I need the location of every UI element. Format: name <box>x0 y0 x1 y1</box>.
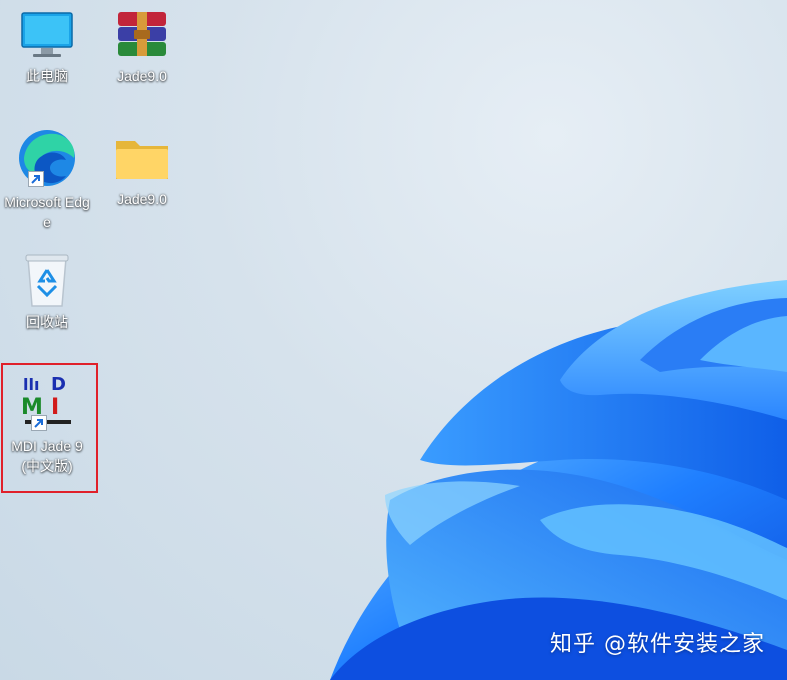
microsoft-edge-icon <box>19 130 75 186</box>
icon-label: Microsoft Edge <box>4 194 90 230</box>
icon-label: Jade9.0 <box>117 68 167 84</box>
desktop[interactable]: 此电脑 Jade9.0 Microsoft Edge Jade9.0 回收站 l… <box>0 0 787 680</box>
desktop-icon-recycle-bin[interactable]: 回收站 <box>2 252 92 332</box>
desktop-icon-this-pc[interactable]: 此电脑 <box>2 10 92 86</box>
shortcut-arrow-icon <box>28 171 44 187</box>
icon-label: Jade9.0 <box>117 191 167 207</box>
desktop-icon-jade-folder[interactable]: Jade9.0 <box>97 133 187 209</box>
folder-icon <box>116 141 168 179</box>
watermark: 知乎 @软件安装之家 <box>550 632 765 657</box>
desktop-icon-microsoft-edge[interactable]: Microsoft Edge <box>2 128 92 232</box>
recycle-bin-icon <box>25 254 69 307</box>
highlight-box <box>1 363 98 493</box>
icon-label: 此电脑 <box>26 68 68 84</box>
winrar-archive-icon <box>118 12 166 56</box>
desktop-icon-jade-archive[interactable]: Jade9.0 <box>97 10 187 86</box>
windows-bloom-wallpaper <box>330 280 787 680</box>
monitor-icon <box>21 12 73 57</box>
icon-label: 回收站 <box>26 314 68 330</box>
